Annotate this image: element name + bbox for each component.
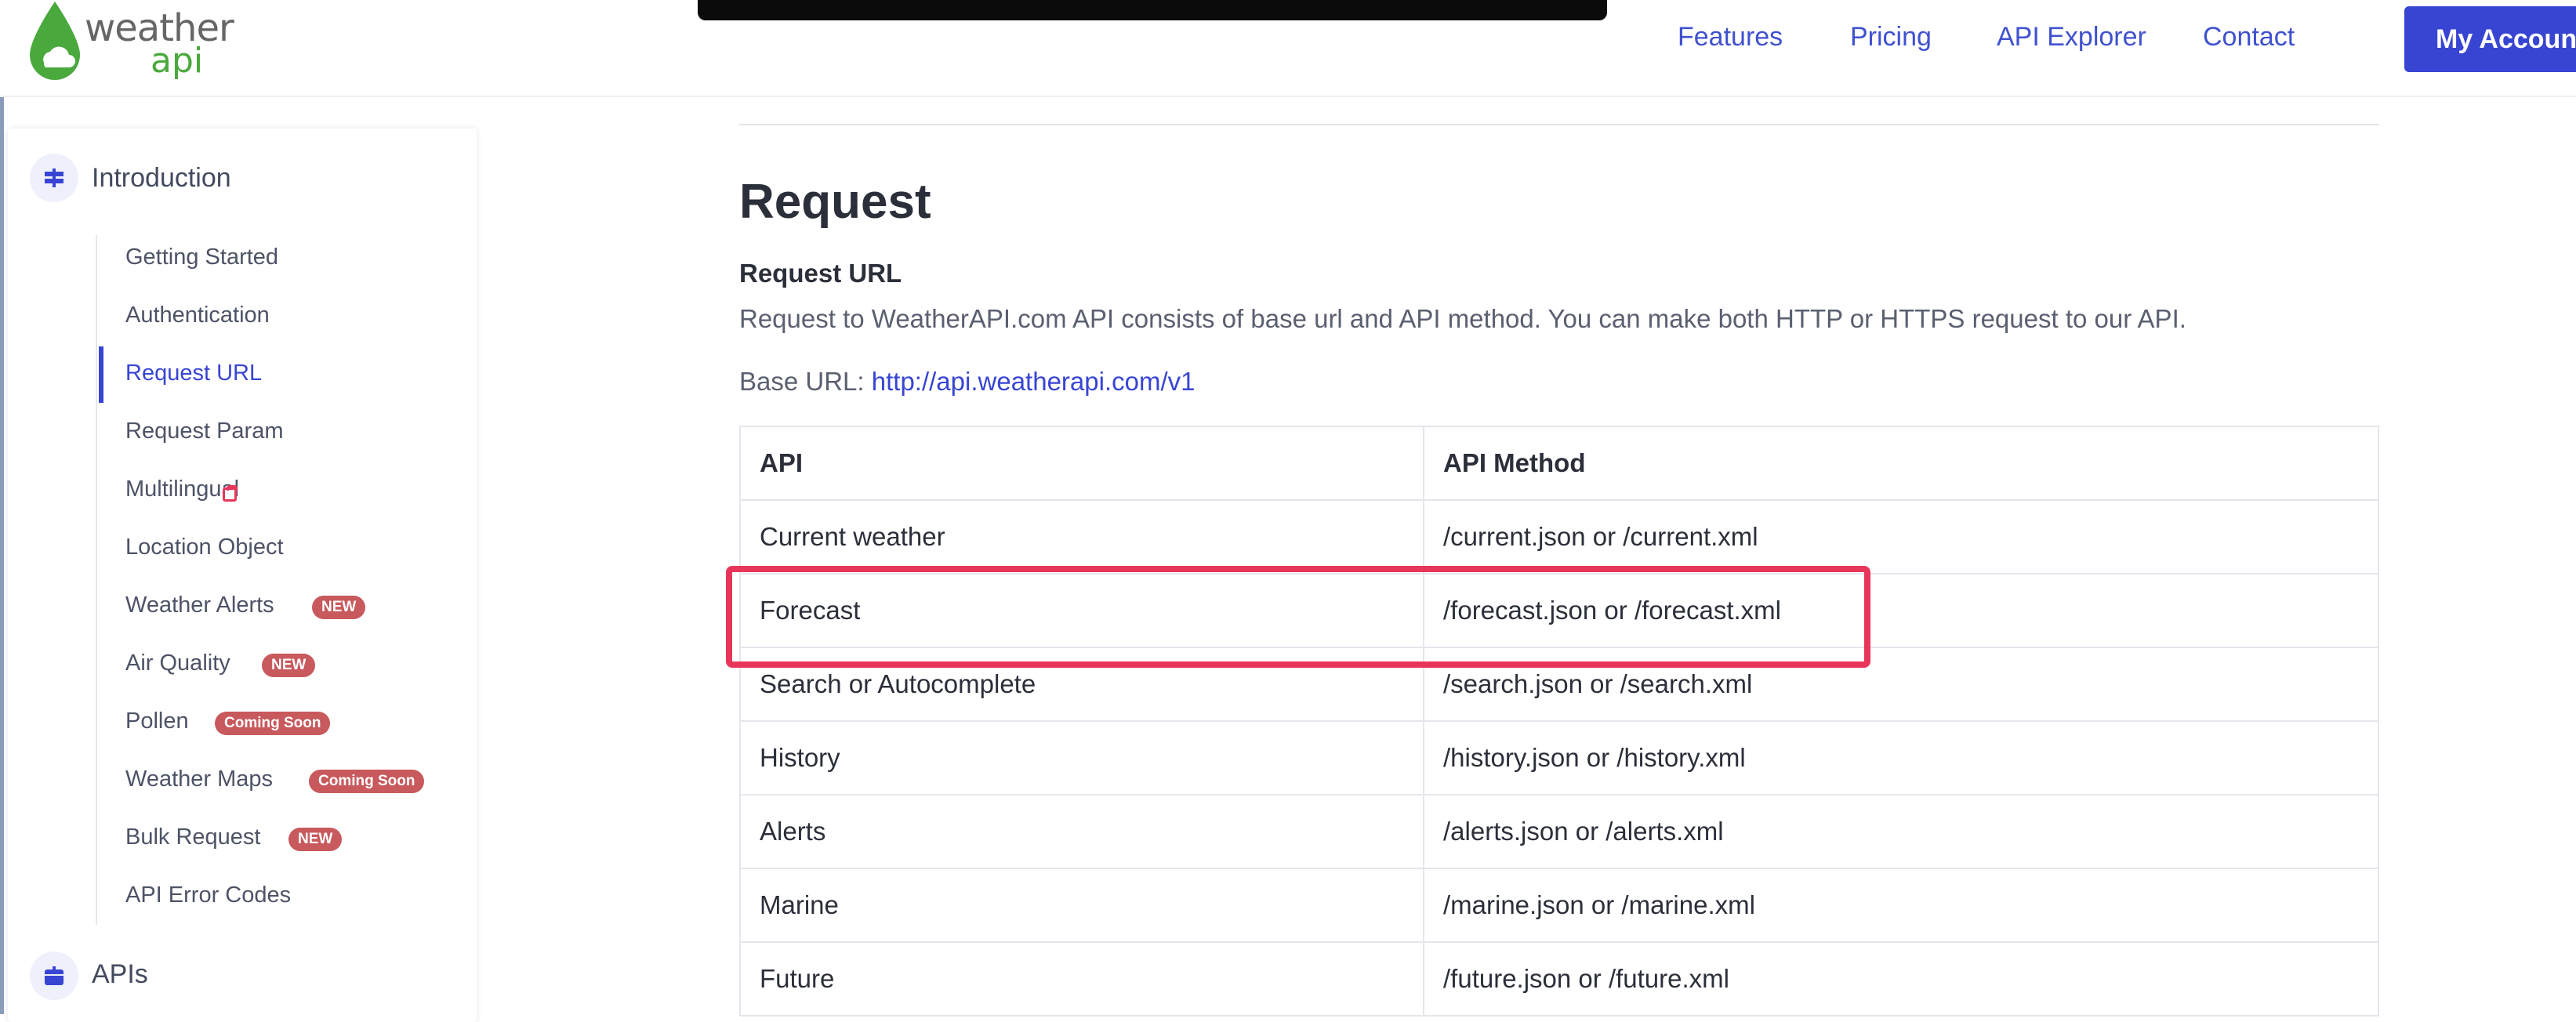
sidebar-item-pollen[interactable]: Pollen — [125, 709, 189, 734]
api-method-cell: /alerts.json or /alerts.xml — [1423, 794, 2379, 869]
nav-api-explorer[interactable]: API Explorer — [1997, 22, 2146, 53]
section-description: Request to WeatherAPI.com API consists o… — [739, 304, 2186, 333]
docs-sidebar: Introduction Getting Started Authenticat… — [8, 129, 477, 1022]
box-icon — [30, 951, 78, 1000]
api-method-cell: /history.json or /history.xml — [1423, 720, 2379, 795]
sidebar-item-bulk-request[interactable]: Bulk Request — [125, 824, 261, 850]
sidebar-item-request-url[interactable]: Request URL — [125, 361, 262, 386]
api-method-cell: /current.json or /current.xml — [1423, 499, 2379, 574]
sidebar-item-api-error-codes[interactable]: API Error Codes — [125, 882, 291, 908]
signpost-icon — [30, 154, 78, 202]
sidebar-tree-line — [96, 235, 97, 925]
api-name-cell: History — [739, 720, 1424, 795]
mouse-cursor-marker — [223, 485, 238, 502]
coming-soon-badge: Coming Soon — [309, 770, 425, 793]
sidebar-item-air-quality[interactable]: Air Quality — [125, 651, 230, 676]
table-row: History /history.json or /history.xml — [739, 720, 2379, 795]
column-header-api: API — [739, 426, 1424, 501]
table-row: Marine /marine.json or /marine.xml — [739, 868, 2379, 943]
api-name-cell: Marine — [739, 868, 1424, 943]
api-methods-table: API API Method Current weather /current.… — [739, 426, 2379, 1017]
section-subtitle: Request URL — [739, 259, 902, 288]
sidebar-item-getting-started[interactable]: Getting Started — [125, 245, 278, 270]
new-badge: NEW — [312, 596, 366, 619]
section-divider — [739, 124, 2379, 125]
table-header-row: API API Method — [739, 426, 2379, 501]
nav-contact[interactable]: Contact — [2203, 22, 2295, 53]
my-account-button[interactable]: My Accoun — [2404, 6, 2576, 72]
weatherapi-logo[interactable]: weather api — [27, 0, 234, 86]
base-url-link[interactable]: http://api.weatherapi.com/v1 — [872, 367, 1195, 396]
logo-word-api: api — [151, 41, 204, 81]
nav-features[interactable]: Features — [1678, 22, 1783, 53]
base-url-line: Base URL: http://api.weatherapi.com/v1 — [739, 367, 1195, 397]
forecast-row-highlight — [726, 566, 1870, 668]
active-item-indicator — [99, 346, 103, 403]
section-apis[interactable]: APIs — [92, 959, 148, 990]
table-row: Current weather /current.json or /curren… — [739, 499, 2379, 574]
sidebar-item-weather-alerts[interactable]: Weather Alerts — [125, 593, 274, 618]
base-url-label: Base URL: — [739, 367, 865, 396]
new-badge: NEW — [288, 828, 343, 851]
sidebar-item-location-object[interactable]: Location Object — [125, 535, 284, 560]
window-left-edge — [0, 0, 4, 1014]
api-name-cell: Alerts — [739, 794, 1424, 869]
nav-pricing[interactable]: Pricing — [1850, 22, 1932, 53]
sidebar-item-weather-maps[interactable]: Weather Maps — [125, 766, 273, 792]
column-header-api-method: API Method — [1423, 426, 2379, 501]
water-drop-icon — [30, 2, 80, 80]
api-name-cell: Future — [739, 941, 1424, 1017]
table-row: Alerts /alerts.json or /alerts.xml — [739, 794, 2379, 869]
sidebar-item-request-param[interactable]: Request Param — [125, 419, 284, 444]
table-row: Future /future.json or /future.xml — [739, 941, 2379, 1017]
site-header: weather api Features Pricing API Explore… — [0, 0, 2576, 97]
sidebar-item-authentication[interactable]: Authentication — [125, 303, 270, 328]
coming-soon-badge: Coming Soon — [215, 712, 331, 735]
page-title: Request — [739, 175, 931, 229]
top-overlay-bar — [698, 0, 1607, 20]
api-method-cell: /marine.json or /marine.xml — [1423, 868, 2379, 943]
api-method-cell: /future.json or /future.xml — [1423, 941, 2379, 1017]
section-introduction[interactable]: Introduction — [92, 163, 231, 194]
new-badge: NEW — [262, 654, 316, 677]
api-name-cell: Current weather — [739, 499, 1424, 574]
